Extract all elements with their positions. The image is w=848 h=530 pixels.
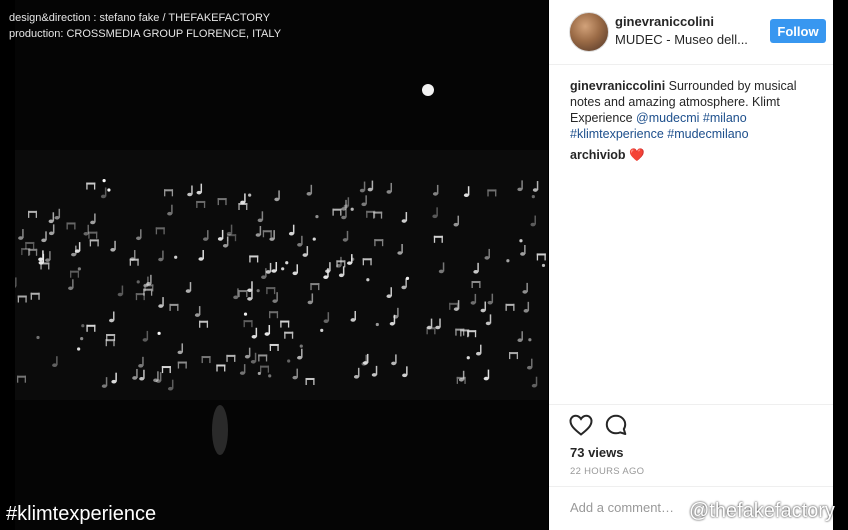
comment-text: ❤️ — [629, 148, 645, 162]
post-caption: ginevraniccolini Surrounded by musical n… — [570, 78, 820, 142]
credits-line-production: production: CROSSMEDIA GROUP FLORENCE, I… — [9, 28, 282, 40]
credits-line-design: design&direction : stefano fake / THEFAK… — [9, 12, 271, 24]
heart-outline-icon[interactable] — [569, 414, 593, 436]
post-username[interactable]: ginevraniccolini — [615, 14, 714, 29]
instagram-post-panel: ginevraniccolini MUDEC - Museo dell... F… — [549, 0, 833, 530]
handle-overlay: @thefakefactory — [689, 500, 835, 522]
hashtag-overlay: #klimtexperience — [6, 503, 157, 525]
speech-bubble-icon[interactable] — [605, 414, 627, 436]
caption-link-milano[interactable]: #milano — [703, 111, 747, 125]
caption-link-mudecmilano[interactable]: #mudecmilano — [667, 127, 748, 141]
follow-button[interactable]: Follow — [770, 19, 826, 43]
timestamp[interactable]: 22 HOURS AGO — [570, 466, 644, 477]
comment-item: archiviob ❤️ — [570, 148, 645, 163]
divider — [549, 404, 833, 405]
caption-username[interactable]: ginevraniccolini — [570, 79, 665, 93]
video-player[interactable] — [15, 0, 548, 530]
credits-overlay: design&direction : stefano fake / THEFAK… — [9, 10, 281, 42]
comment-input[interactable]: Add a comment… — [570, 500, 674, 515]
right-margin — [833, 0, 848, 530]
caption-link-klimtexperience[interactable]: #klimtexperience — [570, 127, 664, 141]
divider — [549, 486, 833, 487]
avatar[interactable] — [569, 12, 609, 52]
view-count[interactable]: 73 views — [570, 445, 624, 460]
comment-username[interactable]: archiviob — [570, 148, 626, 162]
caption-link-mudecmi[interactable]: @mudecmi — [636, 111, 699, 125]
post-location[interactable]: MUDEC - Museo dell... — [615, 32, 755, 47]
post-header: ginevraniccolini MUDEC - Museo dell... F… — [549, 0, 833, 65]
video-frame — [15, 84, 548, 455]
